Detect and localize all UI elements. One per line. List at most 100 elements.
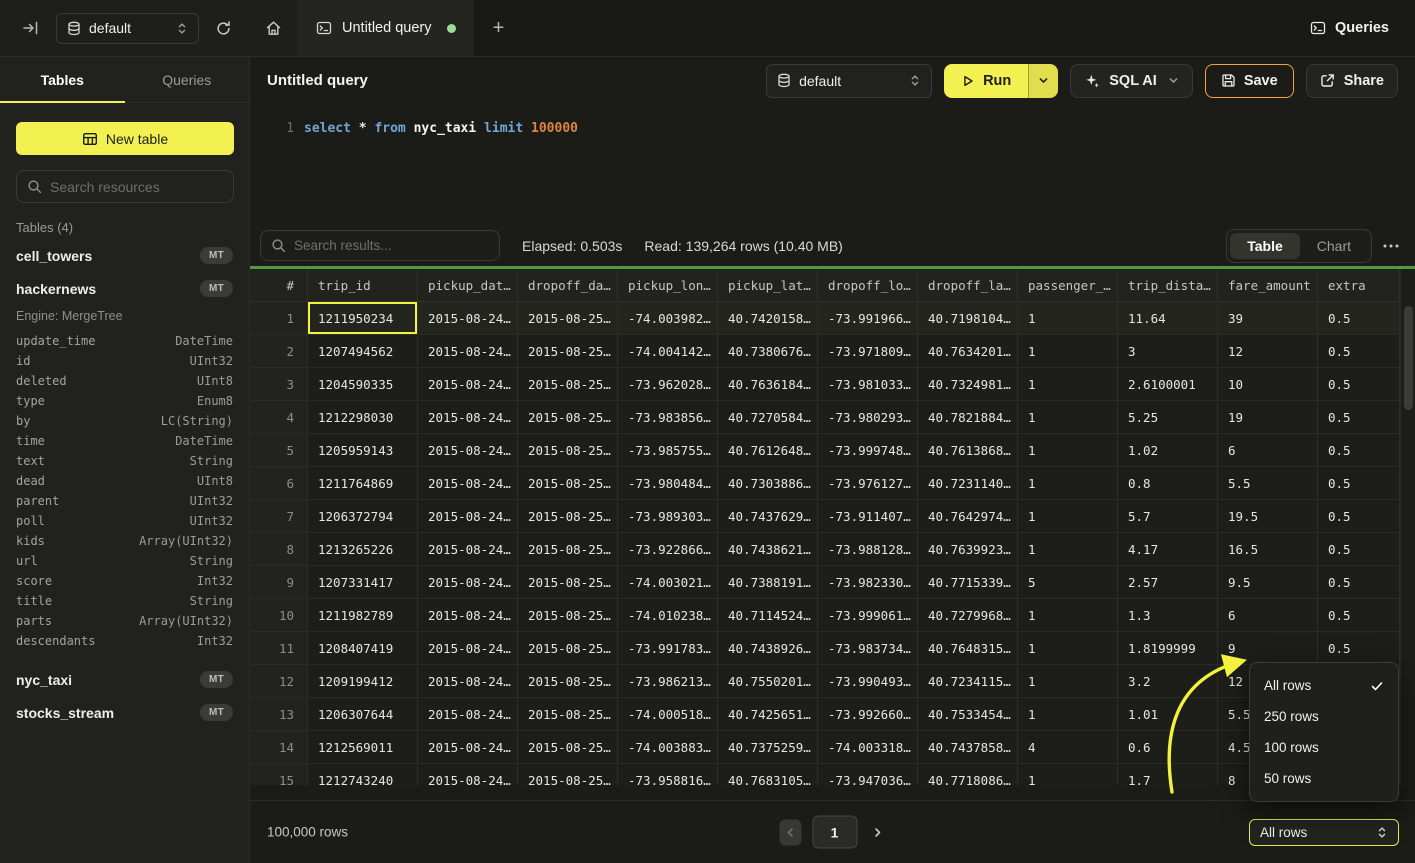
table-cell[interactable]: 1 (1018, 632, 1118, 665)
table-cell[interactable]: 0.5 (1318, 632, 1400, 665)
table-cell[interactable]: 1 (1018, 665, 1118, 698)
table-cell[interactable]: 1208407419 (308, 632, 418, 665)
table-cell[interactable]: 1212743240 (308, 764, 418, 785)
table-cell[interactable]: 9.5 (1218, 566, 1318, 599)
table-cell[interactable]: -74.003883… (618, 731, 718, 764)
sidebar-item-cell_towers[interactable]: cell_towersMT (0, 239, 249, 272)
view-toggle-table[interactable]: Table (1230, 233, 1300, 259)
table-cell[interactable]: 1 (1018, 467, 1118, 500)
table-cell[interactable]: 5 (1018, 566, 1118, 599)
table-cell[interactable]: 2015-08-25… (518, 302, 618, 335)
table-cell[interactable]: 3.2 (1118, 665, 1218, 698)
table-cell[interactable]: 40.7270584… (718, 401, 818, 434)
table-cell[interactable]: 0.5 (1318, 401, 1400, 434)
table-cell[interactable]: 5.25 (1118, 401, 1218, 434)
column-header-passenger_[interactable]: passenger_… (1018, 269, 1118, 302)
menu-item-100-rows[interactable]: 100 rows (1250, 732, 1398, 763)
table-cell[interactable]: -73.911407… (818, 500, 918, 533)
table-cell[interactable]: 2015-08-25… (518, 632, 618, 665)
table-cell[interactable]: 1205959143 (308, 434, 418, 467)
table-scrollbar[interactable] (1400, 269, 1415, 785)
table-cell[interactable]: -73.971809… (818, 335, 918, 368)
run-button[interactable]: Run (944, 64, 1028, 98)
sql-editor[interactable]: 1 select * from nyc_taxi limit 100000 (250, 104, 1415, 225)
table-cell[interactable]: 0.5 (1318, 533, 1400, 566)
sidebar-item-stocks_stream[interactable]: stocks_streamMT (0, 696, 249, 729)
table-cell[interactable]: 0.5 (1318, 368, 1400, 401)
table-cell[interactable]: -73.983856… (618, 401, 718, 434)
table-cell[interactable]: 2015-08-25… (518, 368, 618, 401)
table-cell[interactable]: 2015-08-25… (518, 764, 618, 785)
sidebar-item-nyc_taxi[interactable]: nyc_taxiMT (0, 663, 249, 696)
table-cell[interactable]: 1 (1018, 599, 1118, 632)
table-cell[interactable]: 40.7639923… (918, 533, 1018, 566)
table-cell[interactable]: 40.7438621… (718, 533, 818, 566)
table-cell[interactable]: -73.986213… (618, 665, 718, 698)
table-cell[interactable]: 0.5 (1318, 599, 1400, 632)
menu-item-50-rows[interactable]: 50 rows (1250, 763, 1398, 794)
column-header-dropoff_lo[interactable]: dropoff_lo… (818, 269, 918, 302)
table-cell[interactable]: 2015-08-24… (418, 368, 518, 401)
table-cell[interactable]: 2015-08-24… (418, 401, 518, 434)
table-cell[interactable]: 3 (1118, 335, 1218, 368)
tab-home[interactable] (250, 0, 298, 56)
table-cell[interactable]: 2015-08-25… (518, 731, 618, 764)
table-cell[interactable]: 40.7388191… (718, 566, 818, 599)
more-options-icon[interactable] (1383, 244, 1399, 248)
table-cell[interactable]: 2015-08-24… (418, 335, 518, 368)
table-cell[interactable]: 1.02 (1118, 434, 1218, 467)
table-cell[interactable]: -73.999748… (818, 434, 918, 467)
table-cell[interactable]: 40.7425651… (718, 698, 818, 731)
table-cell[interactable]: 0.5 (1318, 302, 1400, 335)
save-button[interactable]: Save (1205, 64, 1294, 98)
table-cell[interactable]: 2015-08-24… (418, 599, 518, 632)
table-cell[interactable]: -73.982330… (818, 566, 918, 599)
table-cell[interactable]: 2015-08-25… (518, 698, 618, 731)
sidebar-tab-queries[interactable]: Queries (125, 57, 250, 102)
page-size-select[interactable]: All rows (1249, 819, 1399, 846)
table-cell[interactable]: -73.999061… (818, 599, 918, 632)
table-cell[interactable]: -73.981033… (818, 368, 918, 401)
table-cell[interactable]: -74.010238… (618, 599, 718, 632)
table-cell[interactable]: 2015-08-25… (518, 401, 618, 434)
table-cell[interactable]: 40.7715339… (918, 566, 1018, 599)
table-cell[interactable]: 19 (1218, 401, 1318, 434)
table-cell[interactable]: 2015-08-24… (418, 434, 518, 467)
table-cell[interactable]: 40.7550201… (718, 665, 818, 698)
table-cell[interactable]: 10 (1218, 368, 1318, 401)
table-cell[interactable]: -73.991783… (618, 632, 718, 665)
table-cell[interactable]: -74.003318… (818, 731, 918, 764)
table-cell[interactable]: 1206372794 (308, 500, 418, 533)
refresh-icon[interactable] (215, 20, 232, 37)
table-cell[interactable]: -73.922866… (618, 533, 718, 566)
table-cell[interactable]: 1211764869 (308, 467, 418, 500)
next-page-button[interactable] (868, 823, 886, 841)
table-cell[interactable]: 2015-08-24… (418, 302, 518, 335)
table-cell[interactable]: 40.7324981… (918, 368, 1018, 401)
column-header-fare_amount[interactable]: fare_amount (1218, 269, 1318, 302)
table-cell[interactable]: 2015-08-25… (518, 500, 618, 533)
table-cell[interactable]: -73.991966… (818, 302, 918, 335)
table-cell[interactable]: 1 (1018, 302, 1118, 335)
table-cell[interactable]: -74.003982… (618, 302, 718, 335)
table-cell[interactable]: 2015-08-24… (418, 698, 518, 731)
table-cell[interactable]: 0.5 (1318, 566, 1400, 599)
table-cell[interactable]: 1212569011 (308, 731, 418, 764)
table-cell[interactable]: 40.7648315… (918, 632, 1018, 665)
table-cell[interactable]: -73.976127… (818, 467, 918, 500)
table-cell[interactable]: 0.5 (1318, 434, 1400, 467)
table-cell[interactable]: 1 (1018, 500, 1118, 533)
table-cell[interactable]: 40.7613868… (918, 434, 1018, 467)
table-cell[interactable]: 40.7636184… (718, 368, 818, 401)
table-cell[interactable]: 1207331417 (308, 566, 418, 599)
table-cell[interactable]: 1213265226 (308, 533, 418, 566)
table-cell[interactable]: -73.947036… (818, 764, 918, 785)
table-cell[interactable]: 2015-08-24… (418, 533, 518, 566)
column-header-trip_id[interactable]: trip_id (308, 269, 418, 302)
table-cell[interactable]: -74.000518… (618, 698, 718, 731)
table-cell[interactable]: 4 (1018, 731, 1118, 764)
view-toggle-chart[interactable]: Chart (1300, 233, 1368, 259)
column-header-dropoff_la[interactable]: dropoff_la… (918, 269, 1018, 302)
topbar-database-selector[interactable]: default (56, 13, 199, 44)
column-header-extra[interactable]: extra (1318, 269, 1400, 302)
